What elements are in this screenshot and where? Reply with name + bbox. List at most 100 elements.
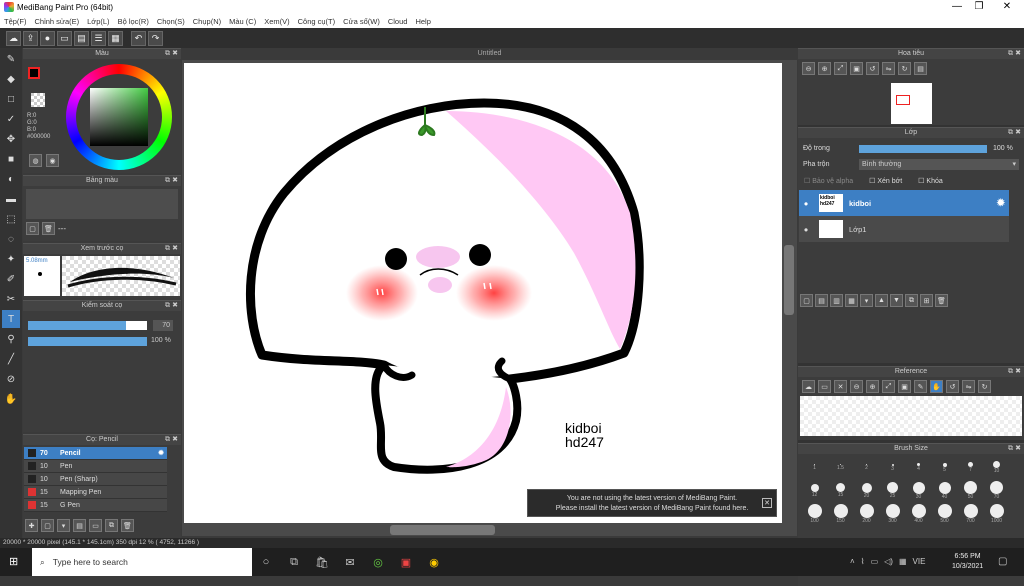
undock-icon[interactable]: ⧉: [1008, 367, 1013, 377]
list-icon[interactable]: ☰: [91, 30, 106, 46]
eraser-tool-icon[interactable]: ◆: [2, 70, 20, 88]
undo-icon[interactable]: ↶: [131, 30, 146, 46]
operation-tool-icon[interactable]: ⚲: [2, 330, 20, 348]
navigator-settings-icon[interactable]: ▤: [914, 62, 927, 75]
vertical-scrollbar[interactable]: [784, 245, 794, 315]
document-tab[interactable]: Untitled: [182, 48, 797, 60]
rotate-right-icon[interactable]: ↻: [978, 380, 991, 393]
close-icon[interactable]: ✖: [1015, 367, 1021, 377]
undock-icon[interactable]: ⧉: [165, 176, 170, 186]
brush-size-option[interactable]: 70: [984, 479, 1009, 502]
close-icon[interactable]: ✖: [1015, 128, 1021, 138]
rectangle-tool-icon[interactable]: □: [2, 90, 20, 108]
brush-size-option[interactable]: 1.5: [828, 456, 853, 479]
move-tool-icon[interactable]: ✥: [2, 130, 20, 148]
flip-icon[interactable]: ⇋: [962, 380, 975, 393]
brush-size-option[interactable]: 30: [906, 479, 931, 502]
rotate-left-icon[interactable]: ↺: [946, 380, 959, 393]
gear-icon[interactable]: ✹: [997, 198, 1005, 209]
brush-size-option[interactable]: 400: [906, 502, 931, 525]
move-layer-down-icon[interactable]: ▼: [890, 294, 903, 307]
menu-view[interactable]: Xem(V): [260, 17, 293, 26]
select-eraser-tool-icon[interactable]: ✂: [2, 290, 20, 308]
rotate-left-icon[interactable]: ↺: [866, 62, 879, 75]
new-8bit-layer-icon[interactable]: ▥: [830, 294, 843, 307]
undock-icon[interactable]: ⧉: [1008, 49, 1013, 59]
new-layer-icon[interactable]: ▢: [800, 294, 813, 307]
actual-size-icon[interactable]: ▣: [898, 380, 911, 393]
brush-size-option[interactable]: 10: [984, 456, 1009, 479]
brush-size-value[interactable]: 70: [153, 320, 173, 331]
visibility-icon[interactable]: ●: [799, 225, 813, 234]
zoom-in-icon[interactable]: ⊕: [818, 62, 831, 75]
dot-tool-icon[interactable]: ✓: [2, 110, 20, 128]
hue-wheel[interactable]: [66, 64, 172, 170]
fit-icon[interactable]: ⤢: [882, 380, 895, 393]
brush-menu-icon[interactable]: ▾: [57, 519, 70, 532]
eyedropper-tool-icon[interactable]: ⊘: [2, 370, 20, 388]
brush-tool-icon[interactable]: ✎: [2, 50, 20, 68]
fill-shape-tool-icon[interactable]: ■: [2, 150, 20, 168]
cloud-icon[interactable]: ☁: [802, 380, 815, 393]
protect-alpha-checkbox[interactable]: ☐ Bảo vệ alpha: [804, 177, 853, 185]
brush-item-g-pen[interactable]: 15 G Pen: [24, 499, 167, 512]
page-icon[interactable]: ▤: [74, 30, 89, 46]
canvas-paper[interactable]: kidboi hd247: [184, 63, 782, 523]
chat-icon[interactable]: ▭: [57, 30, 72, 46]
brush-size-option[interactable]: 500: [932, 502, 957, 525]
lock-checkbox[interactable]: ☐ Khóa: [918, 177, 943, 185]
brush-opacity-slider[interactable]: [28, 337, 147, 346]
menu-filter[interactable]: Bộ lọc(R): [114, 17, 153, 26]
cortana-icon[interactable]: ○: [252, 548, 280, 576]
close-icon[interactable]: ✖: [1015, 49, 1021, 59]
hand-tool-icon[interactable]: ✋: [2, 390, 20, 408]
chevron-up-icon[interactable]: ˄: [850, 557, 855, 566]
color-palette-icon[interactable]: ◍: [29, 154, 42, 167]
open-folder-icon[interactable]: ▭: [818, 380, 831, 393]
new-palette-icon[interactable]: ▢: [26, 222, 39, 235]
menu-file[interactable]: Tệp(F): [0, 17, 31, 26]
brush-item-pencil[interactable]: 70 Pencil ✹: [24, 447, 167, 460]
move-layer-up-icon[interactable]: ▲: [875, 294, 888, 307]
brush-size-option[interactable]: 50: [958, 479, 983, 502]
clipping-checkbox[interactable]: ☐ Xén bớt: [869, 177, 902, 185]
close-button[interactable]: ✕: [994, 0, 1020, 14]
layer-row-kidboi[interactable]: ● kidboi hd247 kidboi ✹: [799, 190, 1009, 216]
close-icon[interactable]: ✖: [172, 176, 178, 186]
menu-color[interactable]: Màu (C): [225, 17, 260, 26]
layer-row-lop1[interactable]: ● Lớp1: [799, 216, 1009, 242]
bucket-tool-icon[interactable]: ◐: [2, 170, 20, 188]
add-brush-icon[interactable]: ✚: [25, 519, 38, 532]
magic-wand-tool-icon[interactable]: ✦: [2, 250, 20, 268]
menu-tools[interactable]: Công cụ(T): [294, 17, 340, 26]
color-picker-mode-icon[interactable]: ◉: [46, 154, 59, 167]
fit-icon[interactable]: ⤢: [834, 62, 847, 75]
brush-item-mapping-pen[interactable]: 15 Mapping Pen: [24, 486, 167, 499]
hand-icon[interactable]: ✋: [930, 380, 943, 393]
divide-tool-icon[interactable]: ╱: [2, 350, 20, 368]
maximize-button[interactable]: ❐: [966, 0, 992, 14]
rotate-right-icon[interactable]: ↻: [898, 62, 911, 75]
delete-brush-icon[interactable]: 🗑: [121, 519, 134, 532]
brush-size-option[interactable]: 150: [828, 502, 853, 525]
network-icon[interactable]: ⌇: [861, 557, 865, 566]
delete-palette-icon[interactable]: 🗑: [42, 222, 55, 235]
visibility-icon[interactable]: ●: [799, 199, 813, 208]
undock-icon[interactable]: ⧉: [165, 244, 170, 254]
flip-icon[interactable]: ⇋: [882, 62, 895, 75]
eyedropper-icon[interactable]: ✎: [914, 380, 927, 393]
add-layer-menu-icon[interactable]: ▾: [860, 294, 873, 307]
battery-icon[interactable]: ▭: [871, 557, 879, 566]
zoom-in-icon[interactable]: ⊕: [866, 380, 879, 393]
merge-layer-icon[interactable]: ⊞: [920, 294, 933, 307]
lasso-tool-icon[interactable]: ◌: [2, 230, 20, 248]
saturation-square[interactable]: [90, 88, 148, 146]
menu-edit[interactable]: Chỉnh sửa(E): [31, 17, 84, 26]
windows-start-icon[interactable]: ⊞: [9, 556, 21, 568]
undock-icon[interactable]: ⧉: [165, 435, 170, 445]
app-green-icon[interactable]: ◎: [364, 548, 392, 576]
notifications-icon[interactable]: ▢: [998, 556, 1007, 567]
brush-item-pen[interactable]: 10 Pen: [24, 460, 167, 473]
close-icon[interactable]: ✖: [1015, 444, 1021, 454]
brush-size-option[interactable]: 1000: [984, 502, 1009, 525]
